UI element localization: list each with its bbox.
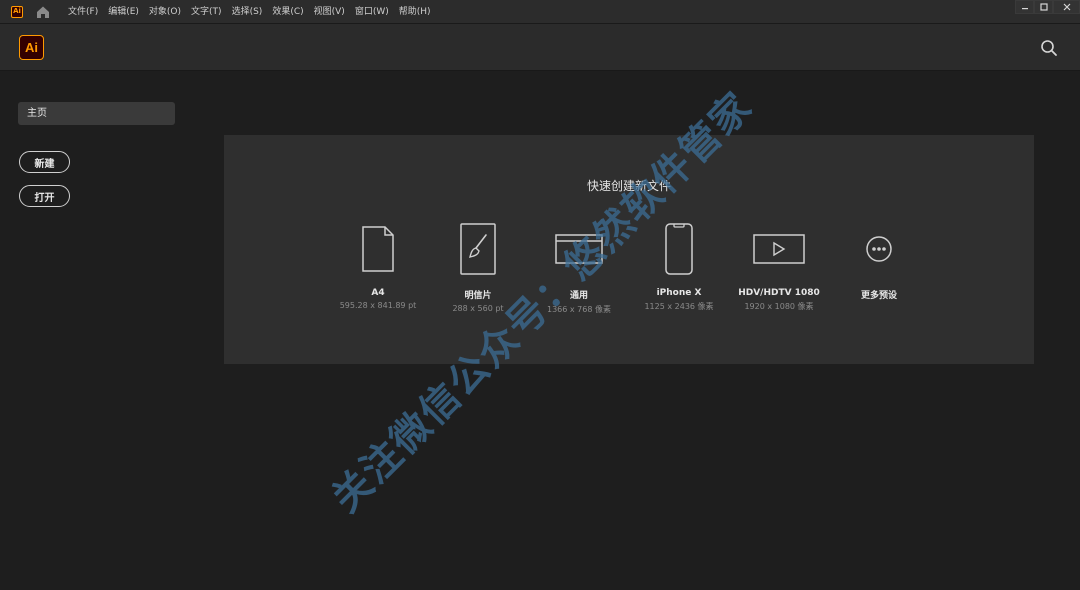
minimize-icon	[1021, 8, 1028, 10]
menu-effect[interactable]: 效果(C)	[267, 0, 308, 24]
close-button[interactable]	[1053, 0, 1080, 14]
app-header: Ai	[0, 24, 1080, 71]
video-play-icon	[753, 234, 805, 264]
menu-window[interactable]: 窗口(W)	[350, 0, 394, 24]
app-logo-icon: Ai	[11, 5, 23, 18]
sidebar-item-home[interactable]: 主页	[18, 102, 175, 125]
menu-view[interactable]: 视图(V)	[309, 0, 350, 24]
maximize-icon	[1039, 3, 1048, 11]
preset-size: 595.28 x 841.89 pt	[339, 301, 417, 310]
search-button[interactable]	[1040, 39, 1058, 57]
preset-a4[interactable]: A4 595.28 x 841.89 pt	[328, 221, 428, 310]
preset-more[interactable]: 更多预设	[829, 221, 929, 304]
preset-name: iPhone X	[656, 288, 702, 298]
maximize-button[interactable]	[1034, 0, 1053, 14]
preset-size: 1125 x 2436 像素	[644, 302, 714, 311]
search-icon	[1041, 40, 1057, 56]
close-icon	[1063, 3, 1070, 11]
document-icon	[362, 226, 394, 272]
minimize-button[interactable]	[1015, 0, 1034, 14]
illustrator-logo-icon: Ai	[19, 35, 44, 60]
menu-select[interactable]: 选择(S)	[227, 0, 268, 24]
preset-name: HDV/HDTV 1080	[738, 288, 820, 298]
open-button[interactable]: 打开	[19, 185, 70, 207]
title-bar: Ai 文件(F) 编辑(E) 对象(O) 文字(T) 选择(S) 效果(C) 视…	[0, 0, 1080, 24]
preset-size: 1920 x 1080 像素	[744, 302, 814, 311]
window-controls	[1015, 0, 1080, 14]
menu-help[interactable]: 帮助(H)	[394, 0, 436, 24]
postcard-brush-icon	[460, 223, 496, 275]
menu-file[interactable]: 文件(F)	[63, 0, 103, 24]
menu-type[interactable]: 文字(T)	[186, 0, 227, 24]
menu-object[interactable]: 对象(O)	[144, 0, 186, 24]
more-options-icon	[866, 236, 892, 262]
menu-edit[interactable]: 编辑(E)	[103, 0, 144, 24]
menu-bar: 文件(F) 编辑(E) 对象(O) 文字(T) 选择(S) 效果(C) 视图(V…	[63, 0, 436, 24]
phone-icon	[665, 223, 693, 275]
home-icon[interactable]	[35, 5, 51, 19]
new-button[interactable]: 新建	[19, 151, 70, 173]
preset-name: 更多预设	[860, 291, 897, 301]
preset-name: A4	[371, 288, 385, 298]
preset-hdtv[interactable]: HDV/HDTV 1080 1920 x 1080 像素	[729, 221, 829, 312]
